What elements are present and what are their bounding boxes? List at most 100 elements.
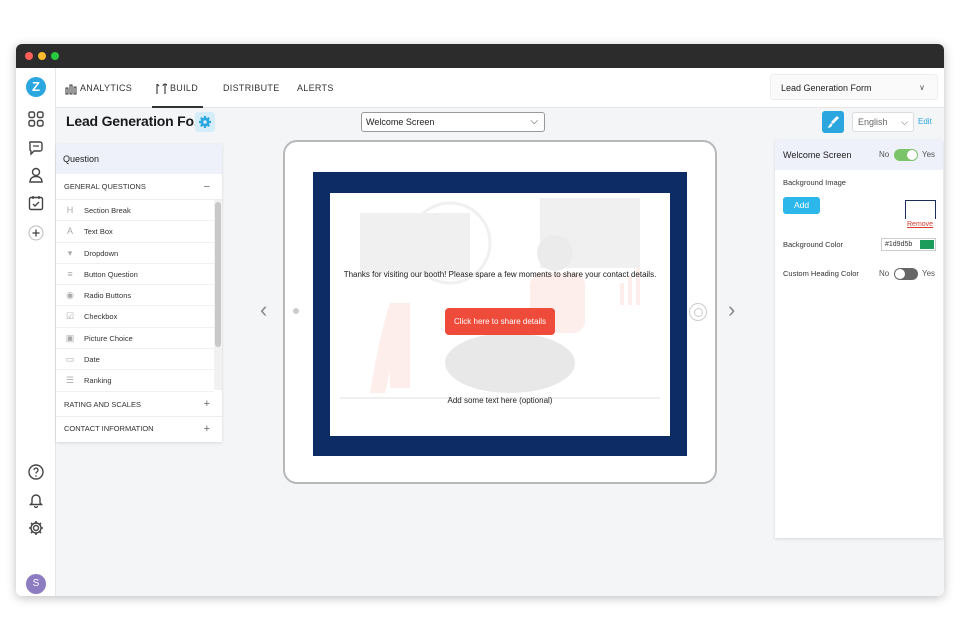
background-color-label: Background Color bbox=[783, 240, 844, 249]
bar-chart-icon bbox=[65, 84, 77, 95]
plus-icon[interactable] bbox=[27, 224, 45, 242]
settings-gear-icon[interactable] bbox=[27, 519, 45, 537]
contact-information-header[interactable]: CONTACT INFORMATION + bbox=[56, 417, 222, 441]
question-type-label: Section Break bbox=[84, 206, 131, 215]
expand-icon[interactable]: + bbox=[204, 392, 210, 417]
calendar-check-icon[interactable] bbox=[27, 194, 45, 212]
question-type-label: Checkbox bbox=[84, 312, 118, 322]
chevron-down-icon: ⌵ bbox=[901, 117, 908, 127]
question-list-scrollbar[interactable] bbox=[214, 200, 222, 390]
dropdown-icon: ▾ bbox=[67, 247, 73, 258]
toggle-knob bbox=[907, 150, 917, 160]
form-selector[interactable]: Lead Generation Form ∨ bbox=[770, 74, 938, 100]
radio-icon: ◉ bbox=[66, 290, 74, 301]
question-type-label: Radio Buttons bbox=[84, 291, 132, 301]
welcome-message[interactable]: Thanks for visiting our booth! Please sp… bbox=[330, 270, 670, 279]
welcome-screen-toggle[interactable] bbox=[894, 149, 918, 161]
menu-lines-icon: ≡ bbox=[67, 268, 73, 279]
title-bar bbox=[16, 44, 944, 68]
dashboard-grid-icon[interactable] bbox=[27, 110, 45, 128]
share-details-button[interactable]: Click here to share details bbox=[445, 308, 555, 335]
theme-brush-button[interactable] bbox=[822, 111, 844, 133]
question-type-text-box[interactable]: A Text Box bbox=[56, 221, 214, 243]
scrollbar-thumb[interactable] bbox=[215, 202, 221, 347]
custom-heading-color-toggle[interactable] bbox=[894, 268, 918, 280]
tablet-camera bbox=[293, 308, 299, 314]
checkbox-icon: ☑ bbox=[65, 311, 75, 322]
question-type-date[interactable]: ▭ Date bbox=[56, 349, 214, 371]
chevron-down-icon: ∨ bbox=[919, 83, 925, 92]
text-icon: A bbox=[66, 226, 73, 237]
minimize-window-button[interactable] bbox=[38, 52, 46, 60]
user-icon[interactable] bbox=[27, 166, 45, 184]
question-type-label: Ranking bbox=[84, 376, 112, 386]
tab-build[interactable]: BUILD bbox=[152, 68, 203, 108]
add-background-image-button[interactable]: Add bbox=[783, 197, 820, 214]
edit-language-link[interactable]: Edit bbox=[918, 117, 932, 126]
chevron-down-icon: ⌵ bbox=[530, 116, 538, 127]
tab-build-label: BUILD bbox=[170, 83, 199, 93]
heading-yes-label: Yes bbox=[922, 269, 936, 278]
maximize-window-button[interactable] bbox=[51, 52, 59, 60]
editor-toolbar: Lead Generation Fo... Welcome Screen ⌵ E… bbox=[56, 108, 944, 136]
heading-no-label: No bbox=[879, 269, 890, 278]
background-image-thumbnail bbox=[905, 200, 936, 219]
question-type-dropdown[interactable]: ▾ Dropdown bbox=[56, 243, 214, 264]
question-type-radio-buttons[interactable]: ◉ Radio Buttons bbox=[56, 285, 214, 307]
question-panel: Question GENERAL QUESTIONS − H Section Br… bbox=[56, 144, 222, 442]
question-type-ranking[interactable]: ☰ Ranking bbox=[56, 370, 214, 392]
tablet-preview: Thanks for visiting our booth! Please sp… bbox=[283, 140, 717, 484]
toggle-knob bbox=[895, 269, 905, 279]
user-avatar[interactable]: S bbox=[26, 574, 46, 594]
app-window: Z S ANALYTICS BUILD DISTRIBUTE ALERTS Le… bbox=[16, 44, 944, 596]
question-type-picture-choice[interactable]: ▣ Picture Choice bbox=[56, 328, 214, 350]
color-swatch[interactable] bbox=[920, 240, 934, 249]
tab-analytics[interactable]: ANALYTICS bbox=[65, 68, 133, 108]
general-questions-header[interactable]: GENERAL QUESTIONS − bbox=[56, 174, 222, 200]
image-icon: ▣ bbox=[65, 332, 75, 343]
welcome-yes-label: Yes bbox=[922, 150, 936, 159]
question-type-label: Text Box bbox=[84, 227, 113, 237]
background-color-input[interactable]: #1d9d5b bbox=[881, 238, 936, 251]
optional-subtext[interactable]: Add some text here (optional) bbox=[330, 396, 670, 405]
next-screen-arrow[interactable]: › bbox=[728, 299, 735, 321]
heading-icon: H bbox=[66, 205, 74, 215]
app-logo[interactable]: Z bbox=[26, 77, 46, 97]
previous-screen-arrow[interactable]: ‹ bbox=[260, 299, 267, 321]
calendar-icon: ▭ bbox=[65, 354, 75, 365]
question-type-label: Picture Choice bbox=[84, 333, 133, 343]
tab-distribute[interactable]: DISTRIBUTE bbox=[223, 68, 280, 108]
tablet-home-button bbox=[689, 303, 707, 321]
settings-panel-header: Welcome Screen No Yes bbox=[775, 140, 943, 170]
tab-alerts[interactable]: ALERTS bbox=[297, 68, 334, 108]
language-select[interactable]: English ⌵ bbox=[852, 112, 914, 132]
expand-icon[interactable]: + bbox=[204, 417, 210, 441]
question-type-label: Button Question bbox=[84, 269, 138, 279]
screen-select[interactable]: Welcome Screen ⌵ bbox=[361, 112, 545, 132]
tools-icon bbox=[156, 83, 168, 94]
question-type-list: H Section Break A Text Box ▾ Dropdown ≡ Butt… bbox=[56, 200, 222, 392]
screen-select-value: Welcome Screen bbox=[366, 117, 435, 127]
form-settings-button[interactable] bbox=[195, 112, 215, 132]
welcome-no-label: No bbox=[879, 150, 890, 159]
general-questions-label: GENERAL QUESTIONS bbox=[64, 182, 146, 191]
question-type-button-question[interactable]: ≡ Button Question bbox=[56, 264, 214, 286]
rating-scales-label: RATING AND SCALES bbox=[64, 399, 141, 409]
chat-icon[interactable] bbox=[27, 138, 45, 156]
paint-brush-icon bbox=[827, 116, 839, 128]
top-navigation: ANALYTICS BUILD DISTRIBUTE ALERTS Lead G… bbox=[56, 68, 944, 108]
help-icon[interactable] bbox=[27, 463, 45, 481]
bell-icon[interactable] bbox=[27, 491, 45, 509]
question-type-label: Date bbox=[84, 355, 100, 365]
left-sidebar: Z S bbox=[16, 68, 56, 596]
collapse-icon[interactable]: − bbox=[204, 174, 210, 200]
background-image-label: Background Image bbox=[783, 178, 846, 187]
question-type-checkbox[interactable]: ☑ Checkbox bbox=[56, 306, 214, 328]
close-window-button[interactable] bbox=[25, 52, 33, 60]
tab-analytics-label: ANALYTICS bbox=[80, 83, 133, 93]
question-type-section-break[interactable]: H Section Break bbox=[56, 200, 214, 222]
rating-scales-header[interactable]: RATING AND SCALES + bbox=[56, 392, 222, 417]
tab-distribute-label: DISTRIBUTE bbox=[223, 83, 280, 93]
welcome-screen-canvas: Thanks for visiting our booth! Please sp… bbox=[330, 193, 670, 436]
remove-image-link[interactable]: Remove bbox=[907, 221, 933, 228]
